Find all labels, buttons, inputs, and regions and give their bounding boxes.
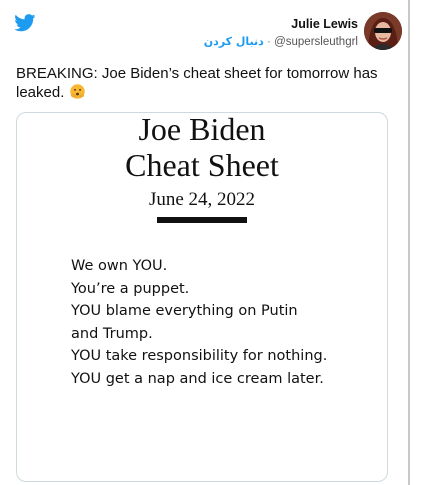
hushed-face-emoji-icon <box>69 84 85 99</box>
sheet-line: YOU get a nap and ice cream later. <box>71 370 324 387</box>
scrollbar[interactable] <box>408 0 410 485</box>
author-handle[interactable]: @supersleuthgrl <box>274 36 358 48</box>
sheet-title-line2: Cheat Sheet <box>125 147 279 183</box>
sheet-divider-bar <box>157 217 247 223</box>
sheet-title-line1: Joe Biden <box>138 112 266 147</box>
twitter-bird-icon[interactable] <box>14 14 36 32</box>
author-block: Julie Lewis دنبال کردن · @supersleuthgrl <box>204 17 358 50</box>
author-name[interactable]: Julie Lewis <box>204 17 358 32</box>
sheet-line: YOU blame everything on Putin <box>71 303 298 319</box>
separator: · <box>267 36 271 48</box>
follow-link[interactable]: دنبال کردن <box>204 35 264 48</box>
tweet-card: Julie Lewis دنبال کردن · @supersleuthgrl… <box>0 0 408 485</box>
sheet-date: June 24, 2022 <box>148 189 256 210</box>
avatar[interactable] <box>364 12 402 50</box>
sheet-line: You’re a puppet. <box>71 280 190 297</box>
sheet-lines: We own YOU. You’re a puppet. YOU blame e… <box>71 255 371 390</box>
avatar-image <box>364 12 402 50</box>
sheet-line: We own YOU. <box>71 258 168 274</box>
sheet-line: and Trump. <box>71 325 153 342</box>
sheet-line: YOU take responsibility for nothing. <box>71 348 328 364</box>
author-meta: دنبال کردن · @supersleuthgrl <box>204 34 358 50</box>
tweet-media-image[interactable]: Joe Biden Cheat Sheet June 24, 2022 We o… <box>16 112 388 482</box>
tweet-text: BREAKING: Joe Biden’s cheat sheet for to… <box>16 64 396 102</box>
